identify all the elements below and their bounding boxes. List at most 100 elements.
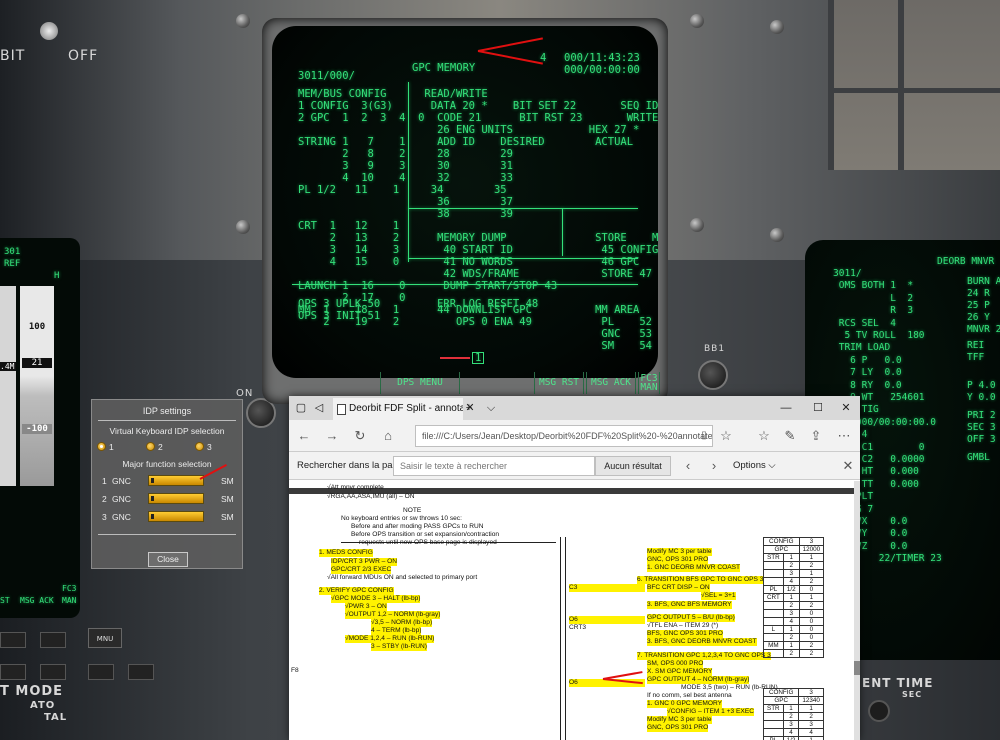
idp-mf-slider-1[interactable] bbox=[148, 475, 204, 486]
new-tab-icon[interactable]: + bbox=[461, 396, 477, 420]
fc3-man-key[interactable]: FC3 MAN bbox=[638, 372, 660, 394]
config-table-cell: 4 bbox=[782, 577, 800, 586]
window-frame bbox=[828, 0, 1000, 170]
doc-line: GNC, OPS 301 PRO bbox=[647, 724, 709, 732]
idp-radio-2[interactable] bbox=[146, 442, 155, 451]
back-tabs-icon[interactable]: ◁ bbox=[311, 396, 327, 420]
msg-ack-key[interactable]: MSG ACK bbox=[586, 372, 636, 394]
crt-line: STRING 1 7 1 ADD ID DESIRED ACTUAL bbox=[298, 136, 634, 148]
crt-line: PL 1/2 11 1 34 35 bbox=[298, 184, 507, 196]
left-softkey[interactable]: MSG ACK bbox=[20, 595, 54, 607]
back-icon[interactable]: ← bbox=[295, 427, 313, 445]
idp-radio-3[interactable] bbox=[195, 442, 204, 451]
window-grid-h bbox=[828, 88, 1000, 93]
msg-rst-key[interactable]: MSG RST bbox=[534, 372, 584, 394]
doc-line: 3. BFS, GNC DEORB MNVR COAST bbox=[647, 638, 757, 646]
share-icon[interactable]: ⇪ bbox=[807, 427, 825, 445]
reading-view-icon[interactable]: ▯ bbox=[695, 427, 713, 445]
right-display-value: PRI 2 bbox=[967, 410, 996, 421]
config-table-cell: 1 bbox=[798, 553, 825, 562]
right-display-line: 3011/ bbox=[833, 268, 862, 279]
doc-line: GNC, OPS 301 PRO bbox=[647, 556, 709, 564]
doc-scrollbar[interactable] bbox=[854, 481, 860, 740]
document-icon bbox=[337, 404, 346, 415]
home-icon[interactable]: ⌂ bbox=[379, 427, 397, 445]
hdot-tape bbox=[20, 286, 54, 486]
favorites-hub-icon[interactable]: ☆ bbox=[755, 427, 773, 445]
doc-line: Modify MC 3 per table bbox=[647, 548, 712, 556]
favorite-star-icon[interactable]: ☆ bbox=[717, 427, 735, 445]
config-table-cell: 2 bbox=[782, 601, 800, 610]
mnu-label: MNU bbox=[96, 635, 114, 643]
panel-button[interactable] bbox=[0, 664, 26, 680]
doc-line: 2. VERIFY GPC CONFIG bbox=[319, 587, 394, 595]
find-options-button[interactable]: Options ⌵ bbox=[733, 460, 776, 471]
tab-menu-icon[interactable]: ⌵ bbox=[483, 396, 499, 420]
event-time-label: ENT TIME bbox=[862, 676, 934, 690]
panel-bolt bbox=[690, 218, 704, 232]
config-table-cell: 1 bbox=[782, 641, 800, 650]
crt-line: 4 10 4 32 33 bbox=[298, 172, 513, 184]
ato-label: ATO bbox=[30, 700, 56, 711]
panel-bolt bbox=[236, 220, 250, 234]
config-table-cell: 2 bbox=[798, 577, 825, 586]
panel-button[interactable] bbox=[0, 632, 26, 648]
config-table-cell bbox=[763, 577, 784, 586]
tab-preview-icon[interactable]: ▢ bbox=[293, 396, 309, 420]
idp-row-left: GNC bbox=[112, 476, 131, 486]
config-table-cell: 1 bbox=[782, 704, 800, 713]
more-icon[interactable]: ⋯ bbox=[835, 427, 853, 445]
find-next-icon[interactable]: › bbox=[705, 457, 723, 475]
panel-button[interactable] bbox=[88, 664, 114, 680]
refresh-icon[interactable]: ↻ bbox=[351, 427, 369, 445]
close-window-button[interactable]: ✕ bbox=[835, 396, 857, 420]
find-input[interactable]: Saisir le texte à rechercher bbox=[393, 456, 595, 476]
idp-mf-slider-3[interactable] bbox=[148, 511, 204, 522]
doc-line: √GPC MODE 3 – HALT (lb-bp) bbox=[331, 595, 421, 603]
panel-button[interactable] bbox=[40, 632, 66, 648]
crt-line: 2 13 2 MEMORY DUMP STORE MC= bbox=[298, 232, 658, 244]
maximize-button[interactable]: ☐ bbox=[807, 396, 829, 420]
panel-button[interactable] bbox=[868, 700, 890, 722]
minimize-button[interactable]: — bbox=[775, 396, 797, 420]
config-table-cell: 4 bbox=[782, 728, 800, 737]
panel-bolt bbox=[236, 14, 250, 28]
idp-mf-slider-2[interactable] bbox=[148, 493, 204, 504]
left-softkey[interactable]: FC3 MAN bbox=[62, 583, 80, 607]
forward-icon[interactable]: → bbox=[323, 427, 341, 445]
url-field[interactable]: file:///C:/Users/Jean/Desktop/Deorbit%20… bbox=[415, 425, 713, 447]
doc-line: 1. GNC DEORB MNVR COAST bbox=[647, 564, 741, 572]
config-table-cell: MM bbox=[763, 641, 784, 650]
find-close-icon[interactable]: ✕ bbox=[839, 457, 857, 475]
crt-header-time: 000/00:00:00 bbox=[564, 64, 640, 76]
idp-close-button[interactable]: Close bbox=[148, 552, 188, 567]
on-label: ON bbox=[236, 388, 254, 399]
page-marker[interactable]: 1 bbox=[472, 352, 485, 364]
idp-radio-1[interactable] bbox=[97, 442, 106, 451]
doc-line: If no comm, sel best antenna bbox=[647, 692, 732, 699]
left-display: 301 REF H 100 21 .4M -100 ST MSG ACK FC3… bbox=[0, 238, 80, 618]
left-softkey[interactable]: ST bbox=[0, 595, 10, 607]
mnu-button[interactable]: MNU bbox=[88, 628, 122, 648]
doc-scroll-thumb[interactable] bbox=[854, 661, 860, 675]
bb1-label: BB1 bbox=[704, 344, 726, 354]
browser-window: ▢ ◁ Deorbit FDF Split - annotate ✕ + ⌵ —… bbox=[289, 396, 860, 740]
panel-button[interactable] bbox=[40, 664, 66, 680]
pen-icon[interactable]: ✎ bbox=[781, 427, 799, 445]
idp-row-number: 1 bbox=[102, 476, 107, 486]
brightness-knob-right[interactable] bbox=[698, 360, 728, 390]
tab-deorbit[interactable]: Deorbit FDF Split - annotate bbox=[333, 398, 463, 420]
left-display-line: REF bbox=[4, 259, 21, 269]
right-display-value: GMBL bbox=[967, 452, 990, 463]
panel-button[interactable] bbox=[128, 664, 154, 680]
config-table-cell: 1 bbox=[782, 553, 800, 562]
config-table-cell: 2 bbox=[782, 561, 800, 570]
doc-line: 6. TRANSITION BFS GPC TO GNC OPS 3 bbox=[637, 576, 764, 584]
find-options-label: Options bbox=[733, 460, 766, 471]
idp-row-right: SM bbox=[221, 512, 234, 522]
switch-knob[interactable] bbox=[40, 22, 58, 40]
dps-menu-key[interactable]: DPS MENU bbox=[380, 372, 460, 394]
crt-line: 2 GPC 1 2 3 4 0 CODE 21 BIT RST 23 WRITE… bbox=[298, 112, 658, 124]
config-table-cell bbox=[763, 561, 784, 570]
find-prev-icon[interactable]: ‹ bbox=[679, 457, 697, 475]
